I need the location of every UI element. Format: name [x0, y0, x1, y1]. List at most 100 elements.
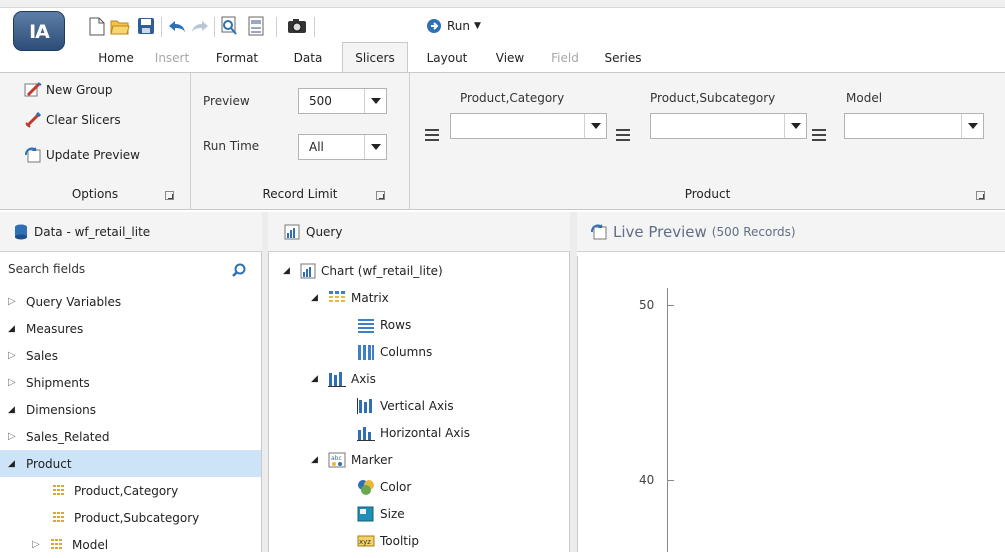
expand-arrow-icon[interactable]: ▷ [8, 296, 20, 307]
chevron-down-icon [364, 135, 386, 159]
chart-icon [284, 224, 300, 239]
model-slicer[interactable] [844, 113, 984, 139]
collapse-arrow-icon[interactable]: ◢ [8, 405, 20, 415]
dimension-field-icon [51, 538, 62, 549]
slicer-handle-icon[interactable] [616, 129, 630, 141]
query-node-label: Size [380, 507, 405, 521]
search-placeholder: Search fields [8, 262, 86, 276]
clear-slicers-button[interactable]: Clear Slicers [24, 111, 121, 129]
y-tick-label-40: 40 [639, 473, 655, 487]
query-node-marker[interactable]: ◢ abc Marker [311, 449, 392, 471]
expand-arrow-icon[interactable]: ▷ [8, 350, 20, 361]
search-icon[interactable] [232, 263, 246, 280]
tree-item-product-subcategory[interactable]: Product,Subcategory [52, 504, 258, 531]
marker-icon: abc [328, 452, 346, 468]
options-launcher-icon[interactable] [165, 191, 174, 200]
runtime-limit-label: Run Time [203, 139, 260, 153]
tab-home[interactable]: Home [86, 44, 146, 72]
tree-item-label: Sales [26, 348, 58, 363]
tree-item-label: Product,Subcategory [74, 510, 200, 525]
rows-icon [358, 319, 374, 333]
runtime-limit-select[interactable]: All [298, 134, 387, 160]
tab-layout[interactable]: Layout [412, 44, 482, 72]
panel-splitter[interactable] [570, 212, 577, 552]
slicer-handle-icon[interactable] [812, 129, 826, 141]
save-icon[interactable] [136, 16, 156, 36]
update-preview-icon [591, 224, 607, 240]
query-node-label: Marker [351, 453, 393, 467]
chevron-down-icon [961, 114, 983, 138]
collapse-arrow-icon[interactable]: ◢ [311, 455, 323, 465]
query-node-vertical-axis[interactable]: Vertical Axis [357, 395, 454, 417]
expand-arrow-icon[interactable]: ▷ [8, 431, 20, 442]
record-limit-launcher-icon[interactable] [376, 191, 385, 200]
collapse-arrow-icon[interactable]: ◢ [283, 266, 295, 276]
tooltip-icon: xyz [357, 535, 375, 547]
tree-item-product-category[interactable]: Product,Category [52, 477, 258, 504]
new-group-label: New Group [46, 83, 113, 97]
query-panel-title: Query [306, 224, 343, 239]
print-preview-icon[interactable] [219, 16, 239, 36]
tree-item-measures[interactable]: ◢ Measures [8, 315, 258, 342]
tab-view[interactable]: View [482, 44, 538, 72]
tree-item-query-variables[interactable]: ▷ Query Variables [8, 288, 258, 315]
tree-item-sales-related[interactable]: ▷ Sales_Related [8, 423, 258, 450]
camera-icon[interactable] [287, 16, 307, 36]
live-preview-label: Live Preview [613, 223, 707, 241]
tree-item-shipments[interactable]: ▷ Shipments [8, 369, 258, 396]
data-panel: Search fields ▷ Query Variables ◢ Measur… [0, 252, 262, 552]
expand-arrow-icon[interactable]: ▷ [8, 377, 20, 388]
vertical-axis-icon [357, 398, 372, 414]
tree-item-product[interactable]: ◢ Product [0, 450, 261, 477]
update-preview-icon [25, 147, 41, 163]
chart-y-axis [667, 288, 668, 552]
tab-format[interactable]: Format [198, 44, 276, 72]
tab-insert[interactable]: Insert [146, 44, 198, 72]
collapse-arrow-icon[interactable]: ◢ [311, 374, 323, 384]
collapse-arrow-icon[interactable]: ◢ [8, 324, 20, 334]
tab-series[interactable]: Series [592, 44, 654, 72]
tab-slicers[interactable]: Slicers [342, 42, 408, 73]
product-category-slicer[interactable] [450, 113, 607, 139]
preview-limit-value: 500 [309, 94, 332, 108]
product-launcher-icon[interactable] [976, 191, 985, 200]
undo-icon[interactable] [167, 16, 187, 36]
properties-icon[interactable] [246, 16, 266, 36]
run-button[interactable]: Run ▼ [425, 18, 481, 34]
new-document-icon[interactable] [87, 16, 107, 36]
query-node-matrix[interactable]: ◢ Matrix [311, 287, 389, 309]
open-folder-icon[interactable] [110, 16, 130, 36]
tree-item-label: Model [72, 537, 109, 552]
tree-item-label: Dimensions [26, 402, 97, 417]
query-node-chart[interactable]: ◢ Chart (wf_retail_lite) [283, 260, 443, 282]
slicer-handle-icon[interactable] [425, 129, 439, 141]
query-node-label: Matrix [351, 291, 389, 305]
tab-data[interactable]: Data [276, 44, 340, 72]
collapse-arrow-icon[interactable]: ◢ [8, 459, 20, 469]
new-group-button[interactable]: New Group [24, 81, 113, 99]
tree-item-model[interactable]: ▷ Model [32, 531, 258, 558]
query-node-label: Tooltip [380, 534, 419, 548]
query-node-axis[interactable]: ◢ Axis [311, 368, 376, 390]
preview-limit-select[interactable]: 500 [298, 88, 387, 114]
runtime-limit-value: All [309, 140, 324, 154]
query-node-tooltip[interactable]: xyz Tooltip [357, 530, 419, 552]
query-node-horizontal-axis[interactable]: Horizontal Axis [357, 422, 470, 444]
tab-field[interactable]: Field [538, 44, 592, 72]
query-node-rows[interactable]: Rows [357, 314, 411, 336]
query-node-label: Chart (wf_retail_lite) [321, 264, 443, 278]
query-node-columns[interactable]: Columns [357, 341, 432, 363]
query-node-size[interactable]: Size [357, 503, 405, 525]
product-subcategory-slicer[interactable] [650, 113, 807, 139]
color-icon [358, 480, 374, 495]
search-fields-input[interactable]: Search fields [8, 262, 246, 280]
options-group-text: Options [71, 187, 119, 201]
tree-item-dimensions[interactable]: ◢ Dimensions [8, 396, 258, 423]
tree-item-label: Sales_Related [26, 429, 110, 444]
redo-icon[interactable] [190, 16, 210, 36]
tree-item-sales[interactable]: ▷ Sales [8, 342, 258, 369]
update-preview-button[interactable]: Update Preview [24, 146, 140, 164]
expand-arrow-icon[interactable]: ▷ [32, 539, 44, 550]
collapse-arrow-icon[interactable]: ◢ [311, 293, 323, 303]
query-node-color[interactable]: Color [357, 476, 411, 498]
